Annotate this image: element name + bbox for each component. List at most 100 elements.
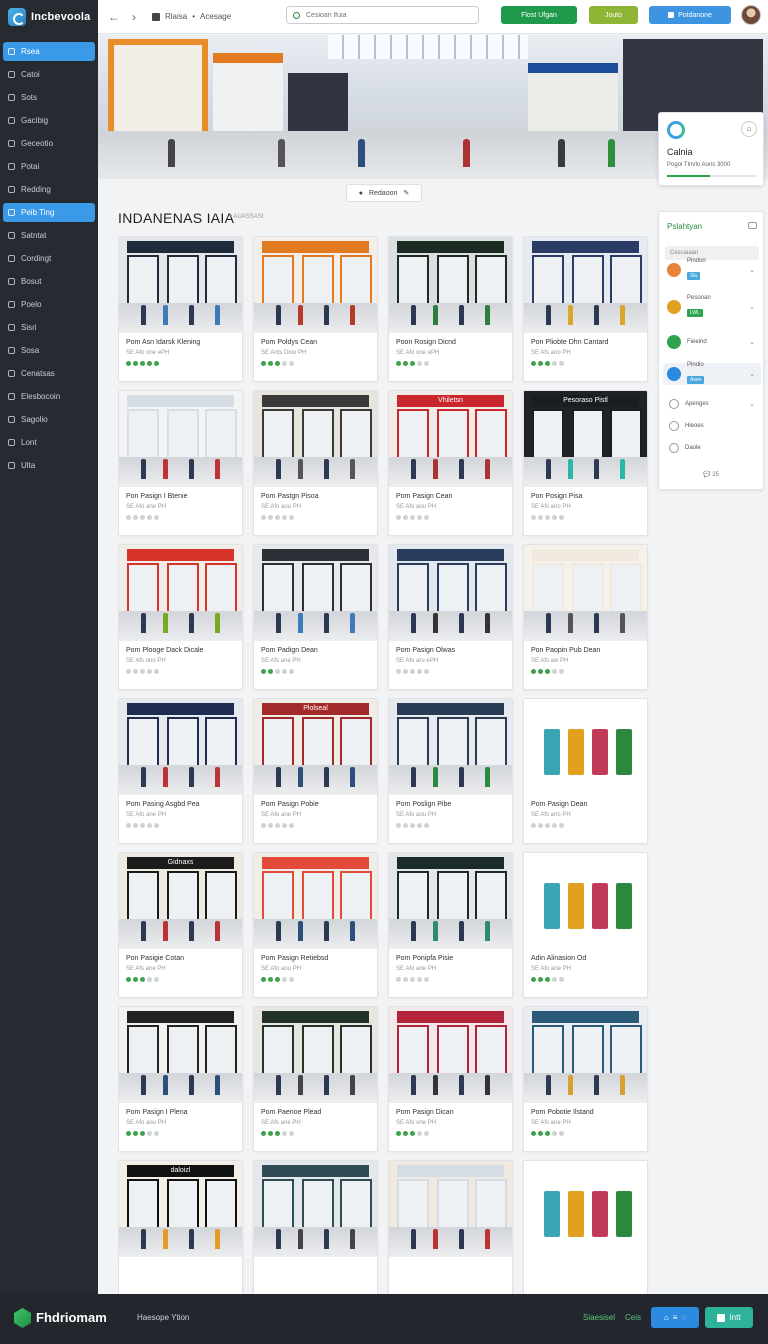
store-card[interactable]: Pon Paopin Pub Dean SE Afs aw PH [523, 544, 648, 690]
bottom-bar: Fhdriomam Haesope Ytion Siaesisel Ceis ⌂… [0, 1294, 768, 1344]
search-box[interactable] [286, 6, 479, 24]
secondary-action-button[interactable]: Jouto [589, 6, 638, 24]
breadcrumb-current[interactable]: Acesage [200, 12, 231, 21]
footer-link-1[interactable]: Siaesisel [583, 1313, 615, 1322]
store-card[interactable] [253, 1160, 378, 1296]
sidebar-item-label: Lont [21, 438, 37, 447]
sidebar-item[interactable]: Sosa [3, 341, 95, 360]
store-card[interactable] [523, 1160, 648, 1296]
sidebar-item[interactable]: Rsea [3, 42, 95, 61]
sidebar-item[interactable]: Satntat [3, 226, 95, 245]
store-card[interactable]: Vhiletsn Pom Pasign Cean SE Afo aou PH [388, 390, 513, 536]
panel-row[interactable]: Apenges ⌄ [663, 393, 761, 415]
store-card-title: Pom Poslign Pibe [396, 801, 452, 808]
store-card[interactable]: Pon Pasign I Btenie SE Afo ane PH [118, 390, 243, 536]
store-card[interactable]: Gidnaxs Pon Pasigie Cotan SE Afs ane PH [118, 852, 243, 998]
primary-action-label: Flost Ufgan [521, 11, 557, 19]
store-card[interactable]: Poon Rosign Dicnd SE Afo one ePH [388, 236, 513, 382]
view-mode-button[interactable]: ⌂ ≡ ◌ [651, 1307, 699, 1328]
sidebar-item[interactable]: Cordingt [3, 249, 95, 268]
pin-button[interactable]: ⌂ [741, 121, 757, 137]
store-sign [127, 1011, 234, 1023]
store-card[interactable]: Pom Poldys Cean SE Ants Dioo PH [253, 236, 378, 382]
shop-window [127, 563, 159, 613]
store-card[interactable]: Pom Padign Dean SE Afs ane PH [253, 544, 378, 690]
store-card[interactable]: Pesoraso Pistl Pon Posign Pisa SE Afs ano … [523, 390, 648, 536]
star-icon [545, 977, 550, 982]
panel-row[interactable]: Fieeind ⌄ [663, 331, 761, 353]
store-card[interactable]: Pom Pasign Dican SE Afo one PH [388, 1006, 513, 1152]
sidebar-item[interactable]: Sots [3, 88, 95, 107]
sidebar-item[interactable]: Ulta [3, 456, 95, 475]
shop-window [397, 255, 429, 305]
sidebar-item[interactable]: Sisri [3, 318, 95, 337]
hero-caption-toolbar[interactable]: ● Redaoon ✎ [346, 184, 422, 202]
panel-row[interactable]: Pindon Slu ⌄ [663, 258, 761, 281]
primary-action-button[interactable]: Flost Ufgan [501, 6, 577, 24]
store-card[interactable]: Pom Plooge Dack Dicale SE Afs ono PH [118, 544, 243, 690]
sidebar-item[interactable]: Geceotio [3, 134, 95, 153]
sidebar-item[interactable]: Catoi [3, 65, 95, 84]
store-card[interactable]: Pom Pasign I Plena SE Afo aou PH [118, 1006, 243, 1152]
store-card[interactable]: Pom Pastgn Pisoa SE Afo aou PH [253, 390, 378, 536]
panel-search[interactable]: Cescaiaan [665, 246, 759, 260]
store-card-title: Adin Alinasion Od [531, 955, 587, 962]
message-icon[interactable] [748, 222, 757, 229]
store-card[interactable]: Adin Alinasion Od SE Afo ane PH [523, 852, 648, 998]
store-card[interactable]: Pom Pasing Asgbd Pea SE Afo ane PH [118, 698, 243, 844]
star-icon [126, 515, 131, 520]
star-icon [545, 515, 550, 520]
sidebar-item[interactable]: Potai [3, 157, 95, 176]
store-card[interactable]: Pom Pasign Olwas SE Afo aru ePH [388, 544, 513, 690]
panel-row[interactable]: Daole [663, 437, 761, 459]
chevron-down-icon[interactable]: ⌄ [749, 338, 755, 346]
store-card[interactable]: Pom Pasign Retiebsd SE Afo aou PH [253, 852, 378, 998]
sidebar-item[interactable]: Gacibig [3, 111, 95, 130]
sidebar-item[interactable]: Bosut [3, 272, 95, 291]
shop-window [572, 255, 604, 305]
shopper-figure [276, 767, 281, 787]
panel-row[interactable]: Pindio Asen ⌄ [663, 362, 761, 385]
settings-icon: ◌ [681, 1313, 687, 1322]
tertiary-action-button[interactable]: Potdanone [649, 6, 731, 24]
sidebar-item[interactable]: Peib Ting [3, 203, 95, 222]
back-button[interactable]: ← [104, 10, 124, 24]
breadcrumb-home[interactable]: Rlaisa [165, 12, 187, 21]
forward-button[interactable]: › [124, 10, 144, 24]
footer-link-2[interactable]: Ceis [625, 1313, 641, 1322]
store-card[interactable]: Pom Asn Idarsk Klening SE Afo one ePH [118, 236, 243, 382]
avatar[interactable] [741, 5, 761, 25]
garment-graphic [592, 729, 608, 775]
sidebar-item[interactable]: Cenatsas [3, 364, 95, 383]
chevron-down-icon[interactable]: ⌄ [749, 370, 755, 378]
store-sign: Gidnaxs [127, 857, 234, 869]
shop-window [340, 409, 372, 459]
store-card[interactable]: Pon Pliobte Dhn Cantard SE Afs ano PH [523, 236, 648, 382]
chevron-down-icon[interactable]: ⌄ [749, 266, 755, 274]
store-card[interactable]: Pom Pobotie Ilstand SE Afs ane PH [523, 1006, 648, 1152]
sidebar-item[interactable]: Poelo [3, 295, 95, 314]
store-card[interactable] [388, 1160, 513, 1296]
sidebar-item[interactable]: Lont [3, 433, 95, 452]
store-card[interactable]: Pom Paenoe Plead SE Afs ane PH [253, 1006, 378, 1152]
chevron-down-icon[interactable]: ⌄ [749, 400, 755, 408]
save-button[interactable]: Intt [705, 1307, 753, 1328]
sidebar-item[interactable]: Elesbocoin [3, 387, 95, 406]
store-sign [127, 549, 234, 561]
store-card[interactable]: Pom Poslign Pibe SE Afo aou PH [388, 698, 513, 844]
store-sign [532, 1011, 639, 1023]
store-card[interactable]: Pom Pasign Dean SE Afs ano PH [523, 698, 648, 844]
store-card[interactable]: Plolseal Pom Pasign Pobie SE Afo ane PH [253, 698, 378, 844]
panel-row[interactable]: Hieoes [663, 415, 761, 437]
garment-graphic [544, 883, 560, 929]
view-toggle[interactable]: Haesope Ytion [137, 1313, 189, 1322]
brand[interactable]: Incbevoola [0, 0, 98, 34]
store-card[interactable]: Pom Ponipfa Pisie SE Afo ane PH [388, 852, 513, 998]
panel-row[interactable]: Pesonan LWL ⌄ [663, 295, 761, 318]
store-card[interactable]: daloizl [118, 1160, 243, 1296]
search-input[interactable] [306, 11, 456, 19]
chevron-down-icon[interactable]: ⌄ [749, 303, 755, 311]
sidebar-item[interactable]: Redding [3, 180, 95, 199]
sidebar-item[interactable]: Sagolio [3, 410, 95, 429]
floor-graphic [254, 919, 377, 949]
